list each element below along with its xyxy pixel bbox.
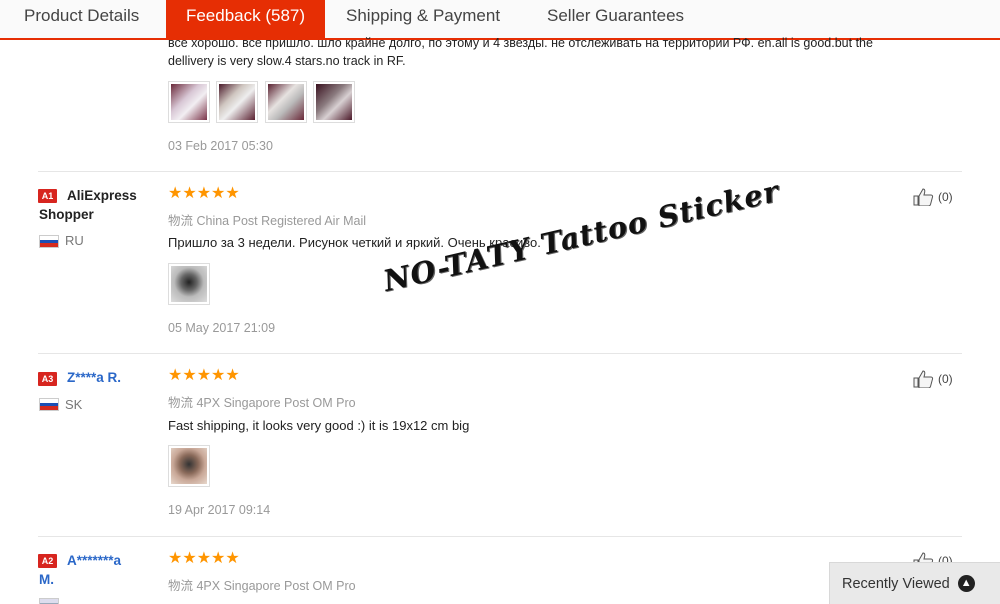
tab-product-details[interactable]: Product Details xyxy=(24,0,139,38)
review-date: 03 Feb 2017 05:30 xyxy=(168,139,273,153)
review-divider xyxy=(38,536,962,537)
tab-seller-guarantees[interactable]: Seller Guarantees xyxy=(547,0,684,38)
review-photo-thumbnail[interactable] xyxy=(168,263,210,305)
review-divider xyxy=(38,171,962,172)
recently-viewed-label: Recently Viewed xyxy=(842,575,950,592)
russia-flag-icon xyxy=(39,235,59,248)
shipping-method: 物流 4PX Singapore Post OM Pro xyxy=(168,579,356,593)
helpful-count: (0) xyxy=(938,372,953,386)
buyer-country: SK xyxy=(65,397,83,412)
country-flag-icon xyxy=(39,598,59,604)
recently-viewed-button[interactable]: Recently Viewed ▲ xyxy=(829,562,1000,604)
buyer-name[interactable]: A*******a M. xyxy=(39,551,121,589)
rating-stars: ★★★★★ xyxy=(168,367,240,384)
buyer-name-line: AliExpress xyxy=(67,188,137,203)
review-date: 19 Apr 2017 09:14 xyxy=(168,503,271,517)
review-text: Fast shipping, it looks very good :) it … xyxy=(168,418,470,433)
thumbs-up-icon xyxy=(913,370,934,388)
review-photo-thumbnail[interactable] xyxy=(265,81,307,123)
helpful-button[interactable]: (0) xyxy=(913,188,953,206)
review-text-line: dellivery is very slow.4 stars.no track … xyxy=(168,54,406,68)
review-date: 05 May 2017 21:09 xyxy=(168,321,276,335)
review-divider xyxy=(38,353,962,354)
review-photo-thumbnail[interactable] xyxy=(216,81,258,123)
buyer-name-line: A*******a xyxy=(67,553,122,568)
buyer-name[interactable]: Z****a R. xyxy=(39,368,121,387)
buyer-name: AliExpress Shopper xyxy=(39,186,137,224)
review-text-line: все хорошо. все пришло. шло крайне долго… xyxy=(168,36,873,50)
chevron-up-icon: ▲ xyxy=(957,575,975,592)
buyer-name-line: Shopper xyxy=(39,207,94,222)
review-photo-thumbnail[interactable] xyxy=(168,445,210,487)
thumbs-up-icon xyxy=(913,188,934,206)
shipping-method: 物流 4PX Singapore Post OM Pro xyxy=(168,396,356,410)
shipping-method: 物流 China Post Registered Air Mail xyxy=(168,214,366,228)
buyer-name-line: M. xyxy=(39,572,54,587)
helpful-button[interactable]: (0) xyxy=(913,370,953,388)
buyer-country: RU xyxy=(65,233,84,248)
review-photo-thumbnail[interactable] xyxy=(313,81,355,123)
review-photo-thumbnail[interactable] xyxy=(168,81,210,123)
slovakia-flag-icon xyxy=(39,398,59,411)
review-text: все хорошо. все пришло. шло крайне долго… xyxy=(168,34,968,70)
helpful-count: (0) xyxy=(938,190,953,204)
tab-shipping-payment[interactable]: Shipping & Payment xyxy=(346,0,500,38)
rating-stars: ★★★★★ xyxy=(168,550,240,567)
rating-stars: ★★★★★ xyxy=(168,185,240,202)
